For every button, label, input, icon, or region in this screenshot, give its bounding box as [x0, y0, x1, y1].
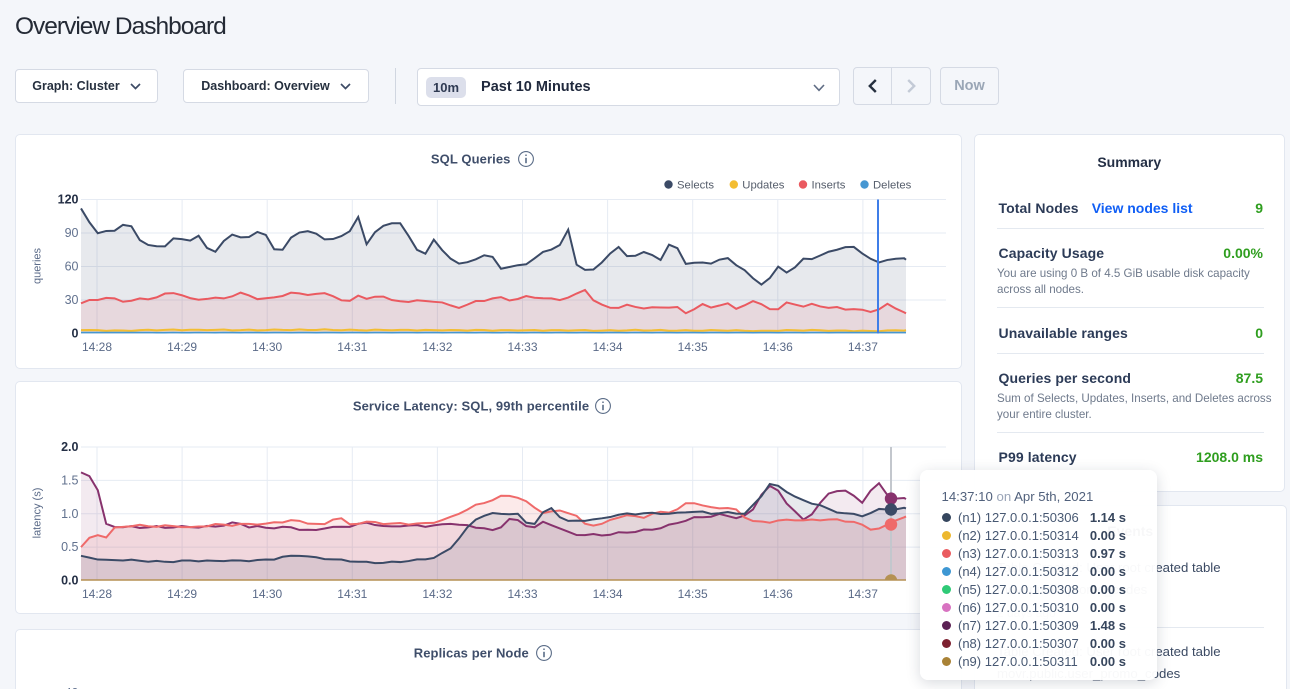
svg-text:Deletes: Deletes	[873, 179, 912, 191]
svg-text:0.0: 0.0	[61, 574, 78, 588]
svg-text:Service Latency: SQL, 99th per: Service Latency: SQL, 99th percentile	[353, 399, 589, 414]
svg-text:latency (s): latency (s)	[32, 488, 44, 539]
svg-text:14:35: 14:35	[678, 340, 708, 354]
svg-text:14:30: 14:30	[252, 587, 282, 601]
svg-text:SQL Queries: SQL Queries	[431, 152, 511, 167]
svg-text:14:31: 14:31	[337, 587, 367, 601]
svg-text:14:34: 14:34	[593, 340, 623, 354]
svg-text:queries: queries	[32, 247, 44, 284]
svg-text:14:36: 14:36	[763, 340, 793, 354]
svg-text:0.5: 0.5	[61, 540, 78, 554]
svg-text:Updates: Updates	[742, 179, 784, 191]
svg-text:14:35: 14:35	[678, 587, 708, 601]
svg-text:14:36: 14:36	[763, 587, 793, 601]
svg-text:14:29: 14:29	[167, 587, 197, 601]
svg-text:14:34: 14:34	[593, 587, 623, 601]
svg-text:14:37: 14:37	[848, 587, 878, 601]
svg-text:14:37: 14:37	[848, 340, 878, 354]
svg-text:Inserts: Inserts	[812, 179, 846, 191]
svg-text:14:33: 14:33	[507, 587, 537, 601]
svg-text:Replicas per Node: Replicas per Node	[414, 646, 529, 661]
svg-text:30: 30	[65, 293, 79, 307]
svg-text:14:32: 14:32	[422, 340, 452, 354]
svg-text:0: 0	[72, 327, 79, 341]
svg-text:14:31: 14:31	[337, 340, 367, 354]
svg-text:14:29: 14:29	[167, 340, 197, 354]
svg-text:2.0: 2.0	[61, 440, 78, 454]
svg-text:Selects: Selects	[677, 179, 714, 191]
svg-text:14:30: 14:30	[252, 340, 282, 354]
svg-text:14:33: 14:33	[507, 340, 537, 354]
svg-text:1.0: 1.0	[61, 507, 78, 521]
svg-text:14:28: 14:28	[82, 340, 112, 354]
svg-text:90: 90	[65, 226, 79, 240]
svg-text:14:32: 14:32	[422, 587, 452, 601]
svg-text:14:28: 14:28	[82, 587, 112, 601]
svg-text:60: 60	[65, 260, 79, 274]
svg-text:120: 120	[58, 193, 79, 207]
svg-text:1.5: 1.5	[61, 473, 78, 487]
